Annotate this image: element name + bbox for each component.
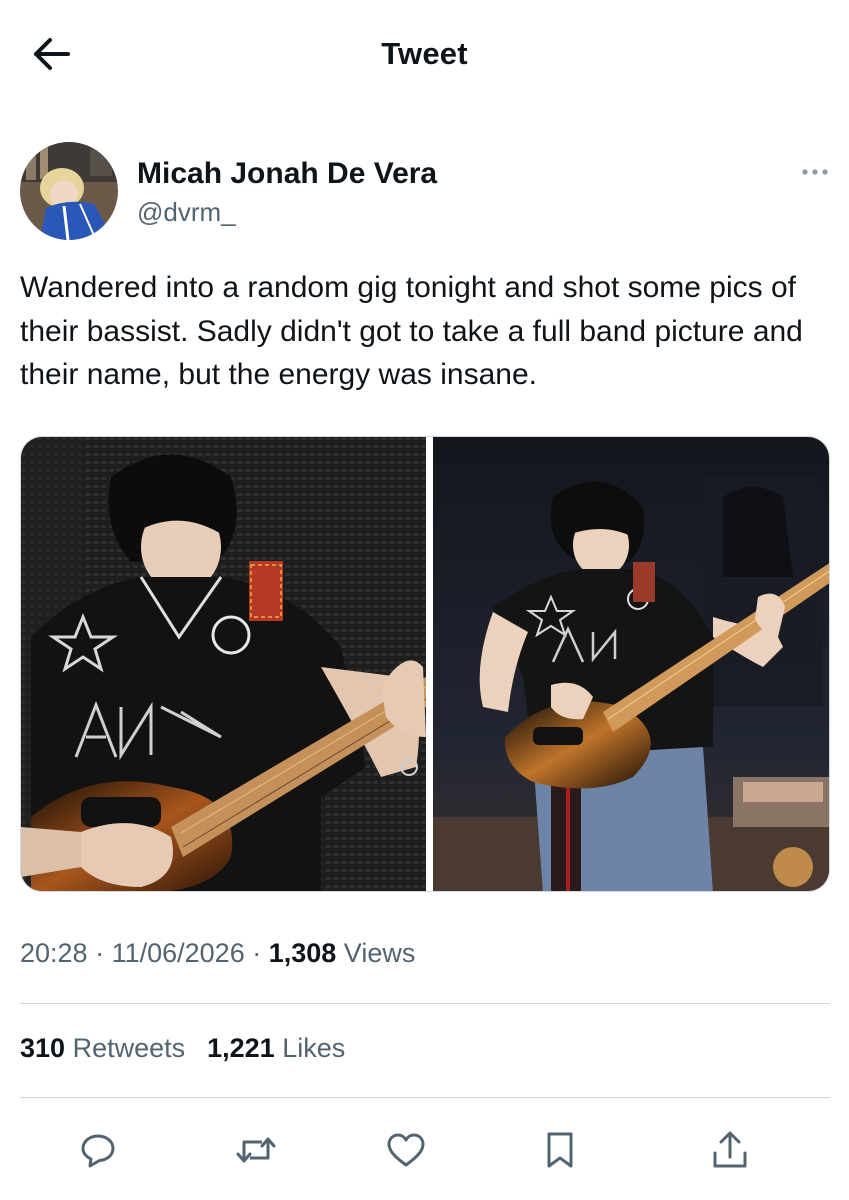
divider	[20, 1003, 830, 1004]
tweet-stats: 310 Retweets 1,221 Likes	[20, 1033, 367, 1064]
tweet-photo-2[interactable]	[433, 437, 829, 891]
like-icon	[387, 1133, 425, 1167]
divider	[20, 1097, 830, 1098]
avatar-image	[20, 142, 118, 240]
share-button[interactable]	[706, 1126, 754, 1174]
likes-label: Likes	[274, 1033, 346, 1063]
bookmark-button[interactable]	[536, 1126, 584, 1174]
tweet-date: 11/06/2026	[111, 938, 245, 968]
likes-count: 1,221	[207, 1033, 275, 1063]
share-icon	[713, 1131, 747, 1168]
photo-bassist-closeup	[21, 437, 426, 891]
tweet-media	[20, 436, 830, 892]
bookmark-icon	[547, 1132, 573, 1168]
meta-separator: ·	[244, 938, 269, 968]
retweets-stat[interactable]: 310 Retweets	[20, 1033, 185, 1063]
action-bar	[20, 1120, 830, 1180]
more-horizontal-icon	[802, 169, 828, 175]
views-count: 1,308	[268, 938, 337, 968]
more-options-button[interactable]	[800, 162, 830, 182]
likes-stat[interactable]: 1,221 Likes	[207, 1033, 345, 1063]
tweet-time: 20:28	[20, 938, 88, 968]
photo-bassist-stage	[433, 437, 829, 891]
tweet-meta: 20:28 · 11/06/2026 · 1,308 Views	[20, 938, 415, 969]
tweet-photo-1[interactable]	[21, 437, 426, 891]
reply-icon	[81, 1134, 115, 1168]
retweets-label: Retweets	[65, 1033, 186, 1063]
page-title: Tweet	[381, 36, 468, 71]
meta-separator: ·	[87, 938, 112, 968]
views-label: Views	[336, 938, 416, 968]
tweet-text: Wandered into a random gig tonight and s…	[20, 271, 803, 391]
tweet-author: Micah Jonah De Vera @dvrm_	[20, 140, 830, 244]
like-button[interactable]	[382, 1126, 430, 1174]
retweet-icon	[236, 1137, 276, 1163]
reply-button[interactable]	[74, 1126, 122, 1174]
retweet-button[interactable]	[232, 1126, 280, 1174]
avatar[interactable]	[20, 142, 118, 240]
author-display-name[interactable]: Micah Jonah De Vera	[137, 157, 437, 191]
author-handle[interactable]: @dvrm_	[137, 197, 236, 228]
retweets-count: 310	[20, 1033, 66, 1063]
top-bar: Tweet	[0, 0, 849, 110]
